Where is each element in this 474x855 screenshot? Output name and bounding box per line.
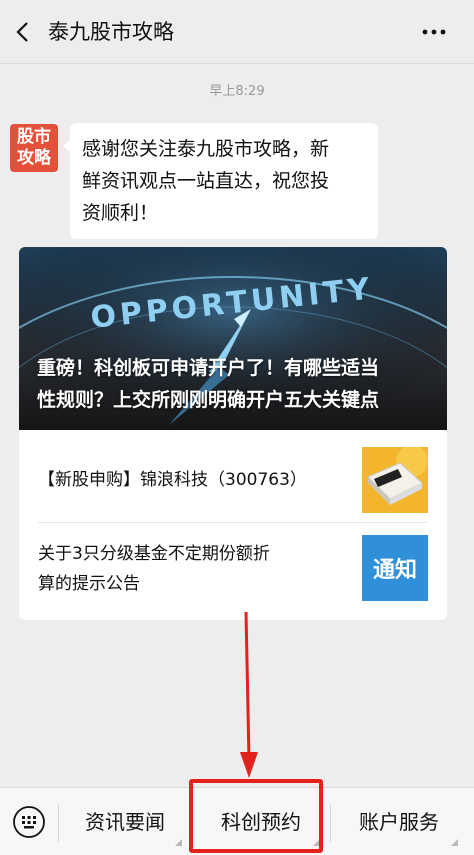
menu-divider <box>58 804 59 842</box>
avatar-text-top: 股市 <box>17 127 51 147</box>
svg-text:通知: 通知 <box>373 557 417 583</box>
article-title-line-2: 算的提示公告 <box>38 574 140 594</box>
menu-item-account-services[interactable]: 账户服务 <box>334 788 464 855</box>
submenu-indicator-icon <box>175 839 182 846</box>
menu-item-label: 资讯要闻 <box>85 810 165 834</box>
newspaper-thumbnail-icon <box>362 445 428 513</box>
keyboard-toggle-icon[interactable] <box>12 805 46 839</box>
svg-text:OPPORTUNITY: OPPORTUNITY <box>89 271 375 335</box>
news-headline-line-1: 重磅！科创板可申请开户了！有哪些适当 <box>37 357 380 379</box>
article-title-line-1: 关于3只分级基金不定期份额折 <box>38 544 270 564</box>
welcome-line-3: 资顺利！ <box>82 202 159 224</box>
menu-divider <box>192 804 193 842</box>
welcome-message-bubble: 感谢您关注泰九股市攻略，新 鲜资讯观点一站直达，祝您投 资顺利！ <box>63 123 378 239</box>
menu-divider <box>330 804 331 842</box>
annotation-arrow-icon <box>240 612 258 778</box>
menu-item-label: 账户服务 <box>359 810 439 834</box>
bottom-menu-bar: 资讯要闻 科创预约 账户服务 <box>0 787 474 855</box>
welcome-line-2: 鲜资讯观点一站直达，祝您投 <box>82 170 330 192</box>
menu-item-label: 科创预约 <box>221 810 301 834</box>
menu-item-star-market-reservation[interactable]: 科创预约 <box>196 788 326 855</box>
submenu-indicator-icon <box>313 839 320 846</box>
article-title: 关于3只分级基金不定期份额折 算的提示公告 <box>38 539 328 599</box>
account-avatar[interactable]: 股市 攻略 <box>10 124 58 172</box>
page-title: 泰九股市攻略 <box>48 20 174 44</box>
message-timestamp: 早上8:29 <box>209 84 265 99</box>
news-headline[interactable]: 重磅！科创板可申请开户了！有哪些适当 性规则？上交所刚刚明确开户五大关键点 <box>37 352 441 416</box>
news-cover-image[interactable]: OPPORTUNITY 重磅！科创板可申请开户了！有哪些适当 性规则？上交所刚刚… <box>19 247 447 430</box>
menu-item-news[interactable]: 资讯要闻 <box>62 788 188 855</box>
back-arrow-icon[interactable] <box>10 18 38 46</box>
notice-thumbnail-icon: 通知 <box>362 535 428 601</box>
avatar-text-bottom: 攻略 <box>17 148 51 168</box>
article-item[interactable]: 【新股申购】锦浪科技（300763） <box>38 443 428 523</box>
article-item[interactable]: 关于3只分级基金不定期份额折 算的提示公告 通知 <box>38 531 428 611</box>
welcome-line-1: 感谢您关注泰九股市攻略，新 <box>82 138 330 160</box>
article-title: 【新股申购】锦浪科技（300763） <box>38 470 307 490</box>
news-headline-line-2: 性规则？上交所刚刚明确开户五大关键点 <box>37 389 380 411</box>
news-card[interactable]: OPPORTUNITY 重磅！科创板可申请开户了！有哪些适当 性规则？上交所刚刚… <box>19 247 447 620</box>
submenu-indicator-icon <box>451 839 458 846</box>
more-options-icon[interactable] <box>420 18 448 46</box>
nav-header: 泰九股市攻略 <box>0 0 474 64</box>
